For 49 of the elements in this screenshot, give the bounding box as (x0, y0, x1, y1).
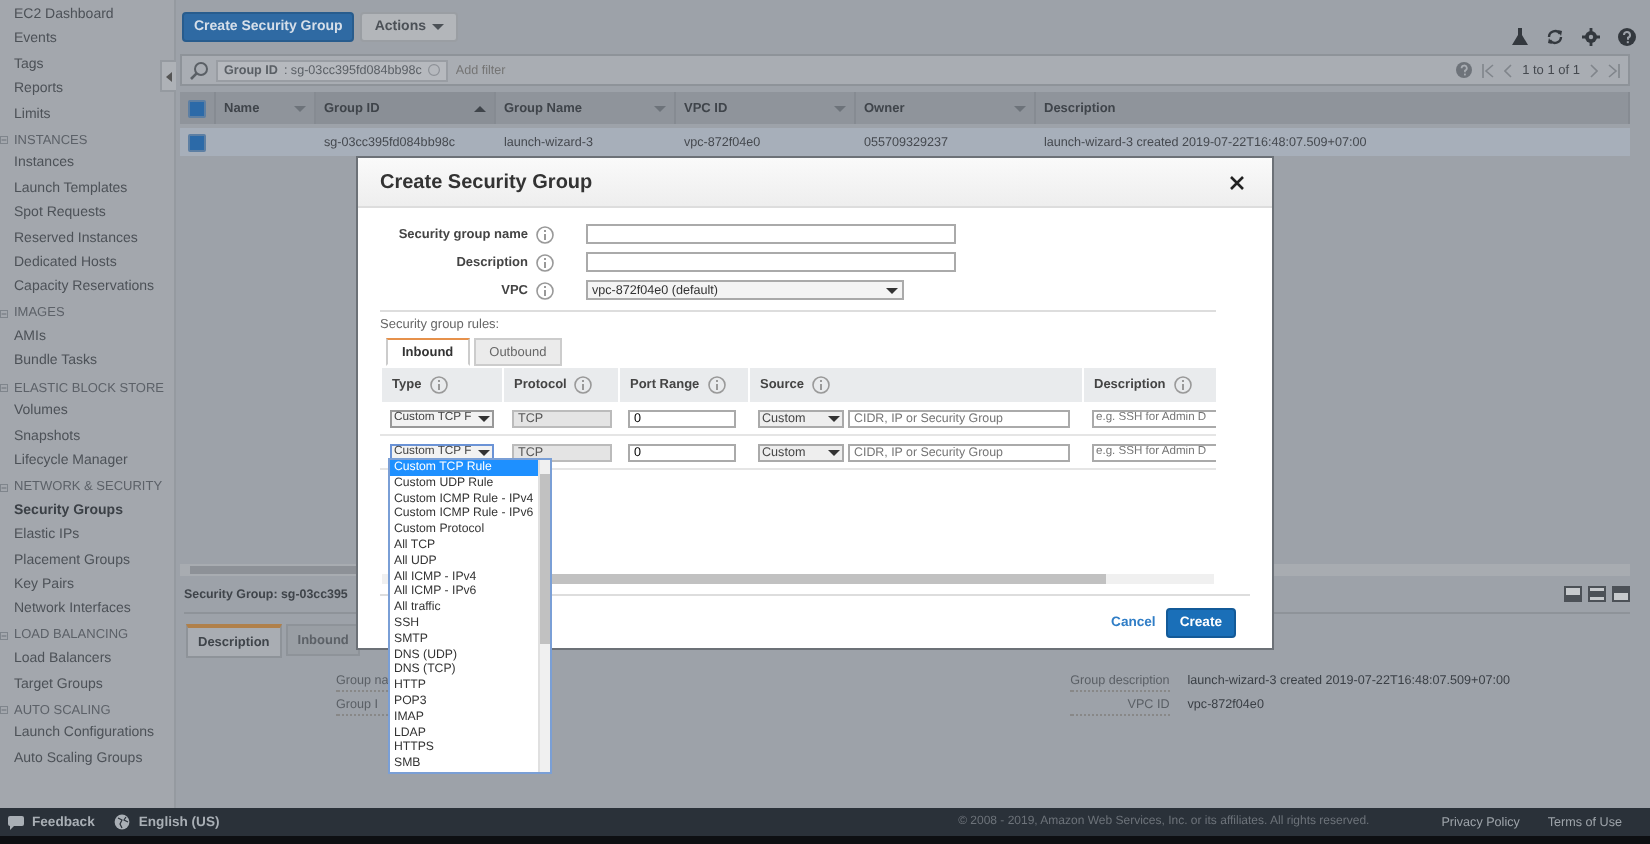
dropdown-list[interactable] (388, 458, 552, 774)
chat-bubble-icon[interactable] (8, 815, 24, 829)
caret-down-icon (1014, 103, 1026, 113)
dialog-title: Create Security Group (380, 171, 593, 193)
info-icon (536, 225, 554, 243)
info-icon (536, 281, 554, 299)
caret-down-icon (828, 413, 840, 423)
info-icon (574, 376, 593, 394)
info-icon (429, 376, 448, 394)
select-all-checkbox[interactable] (188, 99, 206, 117)
info-icon (1173, 376, 1192, 394)
globe-icon[interactable] (114, 814, 131, 830)
caret-down-icon (654, 103, 666, 113)
collapse-icon[interactable] (0, 631, 8, 640)
collapse-icon[interactable] (0, 136, 8, 145)
first-page-icon[interactable] (1482, 63, 1495, 77)
layout-bottom-icon[interactable] (1564, 586, 1582, 602)
last-page-icon[interactable] (1608, 63, 1620, 77)
info-icon (536, 253, 554, 271)
caret-down-icon (886, 285, 898, 295)
collapse-sidebar-button[interactable] (160, 60, 176, 92)
help-icon[interactable] (1456, 62, 1473, 78)
collapse-icon[interactable] (0, 706, 8, 715)
close-icon[interactable] (1230, 175, 1244, 189)
layout-top-icon[interactable] (1612, 586, 1630, 602)
chevron-left-icon (166, 71, 172, 81)
next-page-icon[interactable] (1590, 63, 1598, 77)
caret-down-icon (294, 103, 306, 113)
layout-middle-icon[interactable] (1588, 586, 1606, 602)
previous-page-icon[interactable] (1504, 63, 1513, 77)
info-icon (707, 376, 726, 394)
settings-icon[interactable] (1582, 27, 1600, 45)
caret-down-icon (431, 21, 444, 31)
collapse-icon[interactable] (0, 483, 8, 492)
caret-down-icon (478, 413, 490, 423)
caret-down-icon (834, 103, 846, 113)
row-checkbox[interactable] (188, 133, 206, 151)
info-icon (812, 376, 831, 394)
vertical-scrollbar[interactable] (538, 460, 550, 772)
text-field[interactable] (586, 252, 956, 272)
refresh-icon[interactable] (1546, 27, 1564, 45)
collapse-icon[interactable] (0, 384, 8, 393)
collapse-icon[interactable] (0, 309, 8, 318)
flask-icon[interactable] (1512, 27, 1528, 45)
search-icon (190, 61, 208, 79)
help-icon[interactable] (1618, 27, 1636, 45)
text-field[interactable] (586, 224, 956, 244)
caret-down-icon (828, 447, 840, 457)
sort-up-icon (474, 103, 486, 113)
